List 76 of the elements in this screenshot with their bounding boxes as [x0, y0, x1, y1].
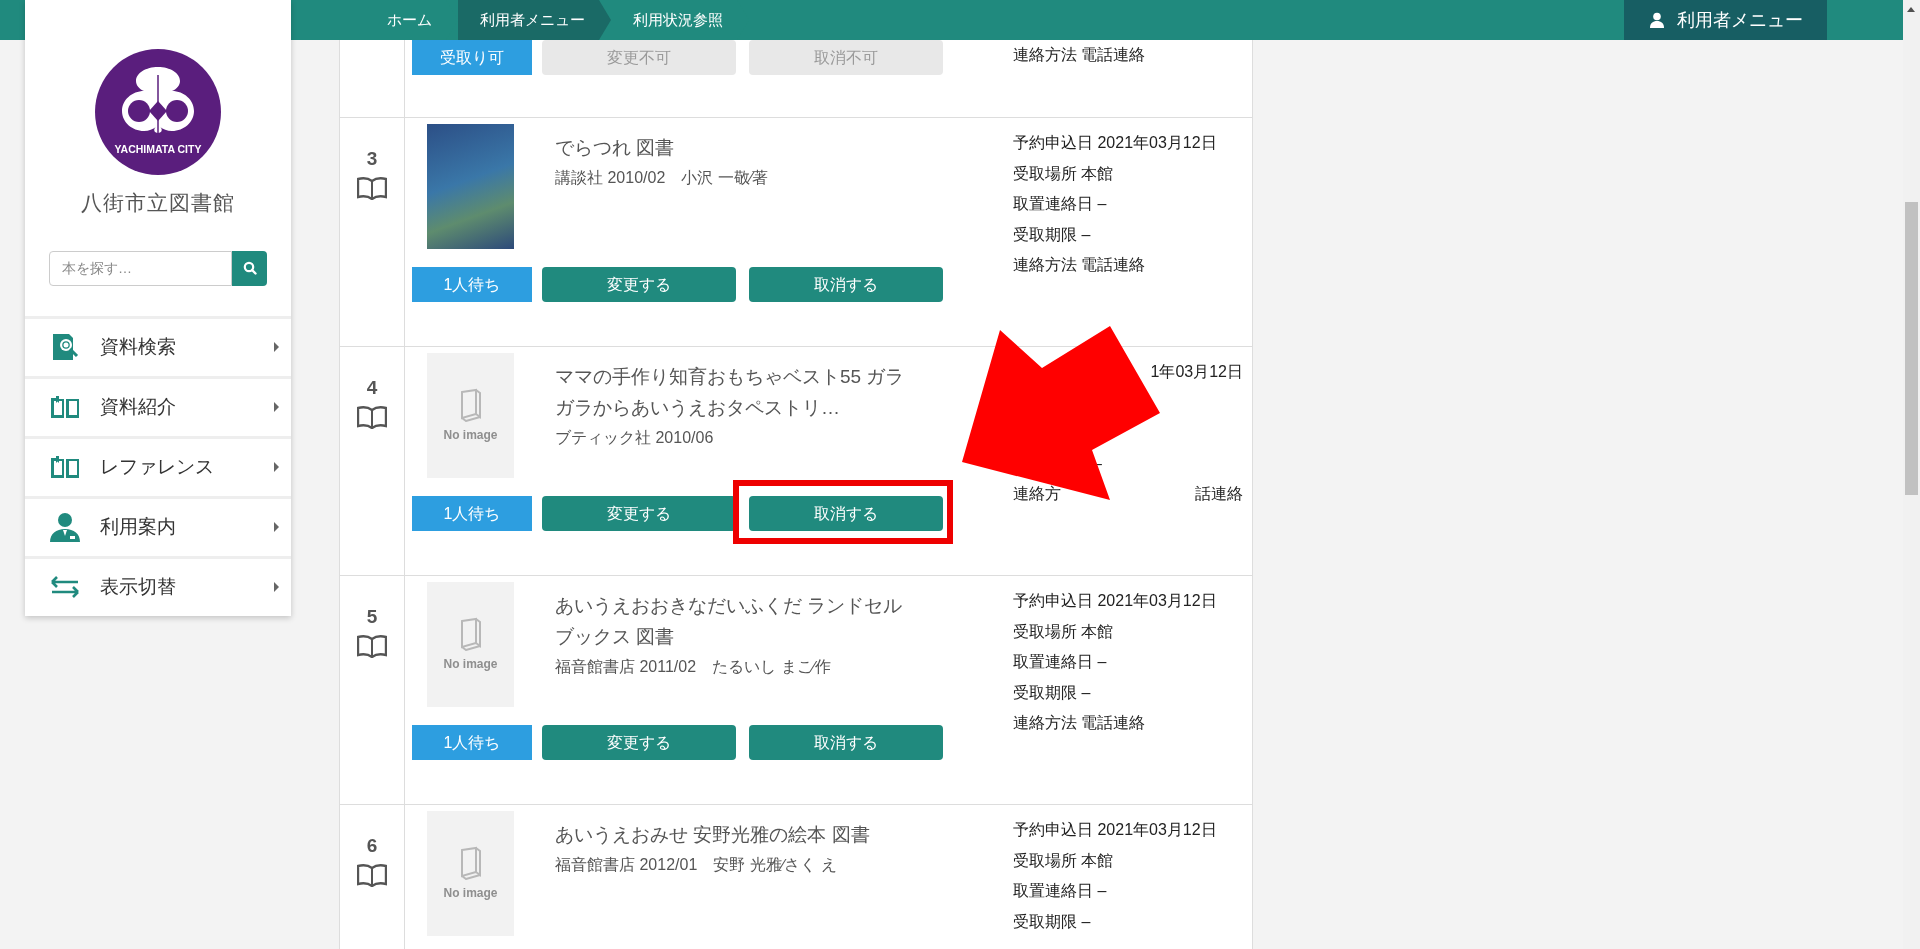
info-text: 受取場所 本館	[1013, 163, 1115, 184]
info-text: 受取場所 本館	[1013, 621, 1115, 642]
open-book-icon	[50, 395, 80, 419]
person-icon	[1648, 12, 1665, 28]
search-field[interactable]: 本を探す…	[49, 250, 232, 286]
info-text: 取置連絡日 –	[1013, 881, 1108, 901]
caret-icon	[274, 462, 279, 472]
search-icon	[242, 261, 257, 275]
placeholder-text: No image	[443, 655, 498, 673]
sidebar-menu-item[interactable]: レファレンス	[25, 435, 291, 496]
action-button[interactable]: 変更する	[542, 725, 736, 760]
book-title: あいうえおみせ 安野光雅の絵本 図書	[555, 823, 871, 847]
info-text: 予約申込日 2021年03月12日	[1013, 820, 1218, 840]
logo-emblem-drawing	[122, 67, 194, 134]
placeholder-text: No image	[443, 426, 498, 444]
book-details: 講談社 2010/02 小沢 一敬∕著	[555, 168, 770, 188]
item-number: 3	[366, 147, 378, 171]
menu-label: レファレンス	[100, 454, 214, 479]
sidebar-menu-item[interactable]: 表示切替	[25, 555, 291, 616]
caret-icon	[274, 342, 279, 352]
info-text: 話連絡	[1195, 484, 1243, 504]
sidebar-menu-item[interactable]: 利用案内	[25, 495, 291, 556]
info-text: 受取期限 –	[1013, 911, 1092, 932]
menu-label: 資料紹介	[100, 394, 176, 419]
menu-label: 利用案内	[100, 514, 176, 539]
status-label: 1人待ち	[412, 267, 532, 302]
sidebar-menu-item[interactable]: 資料検索	[25, 315, 291, 376]
info-text: 受取期限 –	[1013, 682, 1092, 703]
status-label: 1人待ち	[412, 725, 532, 760]
open-book-icon	[357, 175, 387, 200]
action-button[interactable]: 変更する	[542, 496, 736, 531]
info-text: 予約申込日 2021年03月12日	[1013, 133, 1218, 153]
book-details: ブティック社 2010/06	[555, 428, 715, 448]
caret-icon	[274, 582, 279, 592]
book-details: 福音館書店 2011/02 たるいし まこ∕作	[555, 657, 833, 677]
action-button[interactable]: 取消する	[749, 725, 943, 760]
info-text: 1年03月12日	[1150, 362, 1243, 382]
book-title: あいうえおおきなだいふくだ ランドセルブックス 図書	[555, 594, 904, 649]
library-name: 八街市立図書館	[80, 190, 236, 216]
info-text: 取置連絡日 –	[1013, 194, 1108, 214]
open-book-icon	[357, 633, 387, 658]
open-book-icon	[357, 404, 387, 429]
info-text: 予約申込日 2021年03月12日	[1013, 591, 1218, 611]
logo-text: YACHIMATA CITY	[114, 143, 202, 155]
placeholder-text: No image	[443, 884, 498, 902]
status-label: 受取り可	[412, 40, 532, 75]
book-search-icon	[51, 332, 79, 362]
info-text: 連絡方法 電話連絡	[1013, 45, 1147, 65]
swap-arrows-icon	[50, 575, 80, 599]
item-number: 6	[366, 834, 378, 858]
item-number: 5	[366, 605, 378, 629]
info-text: 連絡方法 電話連絡	[1013, 255, 1147, 275]
menu-label: 資料検索	[100, 334, 176, 359]
book-title: でらつれ 図書	[555, 136, 676, 160]
caret-icon	[274, 522, 279, 532]
info-text: 連絡方	[1013, 484, 1061, 504]
info-text: 取置連絡日 –	[1013, 652, 1108, 672]
breadcrumb-link[interactable]: 利用者メニュー	[458, 0, 611, 40]
caret-icon	[274, 402, 279, 412]
book-title: ママの手作り知育おもちゃベスト55 ガラガラからあいうえおタペストリ…	[555, 365, 905, 420]
status-label: 1人待ち	[412, 496, 532, 531]
user-menu-button[interactable]: 利用者メニュー	[1624, 0, 1827, 40]
sidebar-menu-item[interactable]: 資料紹介	[25, 375, 291, 436]
action-button[interactable]: 変更する	[542, 267, 736, 302]
search-button[interactable]	[232, 250, 267, 286]
action-button[interactable]: 取消する	[749, 267, 943, 302]
open-book-icon	[357, 862, 387, 887]
open-book-icon	[50, 455, 80, 479]
book-details: 福音館書店 2012/01 安野 光雅∕さく え	[555, 855, 838, 875]
info-text: 受取期限 –	[1013, 224, 1092, 245]
menu-label: 表示切替	[100, 574, 176, 599]
info-text: 連絡方法 電話連絡	[1013, 713, 1147, 733]
item-number: 4	[366, 376, 378, 400]
action-button[interactable]: 取消する	[749, 496, 943, 531]
person-icon	[50, 512, 80, 542]
info-text: 受取場所 本館	[1013, 850, 1115, 871]
